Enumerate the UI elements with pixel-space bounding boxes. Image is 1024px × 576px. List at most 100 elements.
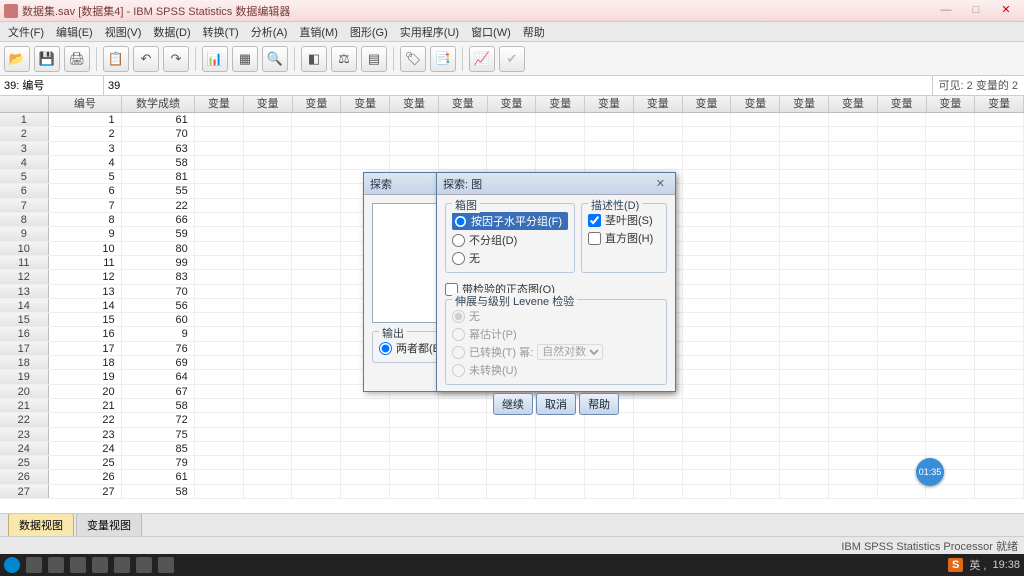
menu-file[interactable]: 文件(F) bbox=[2, 22, 50, 42]
cell-id[interactable]: 3 bbox=[49, 142, 122, 155]
cell-empty[interactable] bbox=[292, 213, 341, 226]
cell-id[interactable]: 21 bbox=[49, 399, 122, 412]
cell-empty[interactable] bbox=[244, 470, 293, 483]
cell-empty[interactable] bbox=[634, 428, 683, 441]
cell-empty[interactable] bbox=[926, 127, 975, 140]
cell-empty[interactable] bbox=[292, 485, 341, 498]
cell-empty[interactable] bbox=[780, 270, 829, 283]
cell-empty[interactable] bbox=[585, 142, 634, 155]
cell-id[interactable]: 18 bbox=[49, 356, 122, 369]
cell-empty[interactable] bbox=[829, 270, 878, 283]
table-row[interactable]: 242485 bbox=[0, 442, 1024, 456]
cell-empty[interactable] bbox=[292, 113, 341, 126]
cell-empty[interactable] bbox=[878, 142, 927, 155]
row-number[interactable]: 11 bbox=[0, 256, 49, 269]
cell-empty[interactable] bbox=[878, 256, 927, 269]
cell-empty[interactable] bbox=[292, 385, 341, 398]
cell-empty[interactable] bbox=[780, 170, 829, 183]
row-number[interactable]: 18 bbox=[0, 356, 49, 369]
cell-empty[interactable] bbox=[195, 313, 244, 326]
cell-empty[interactable] bbox=[975, 113, 1024, 126]
cell-empty[interactable] bbox=[683, 170, 732, 183]
cell-empty[interactable] bbox=[536, 113, 585, 126]
cell-empty[interactable] bbox=[195, 342, 244, 355]
cell-empty[interactable] bbox=[683, 299, 732, 312]
menu-utilities[interactable]: 实用程序(U) bbox=[394, 22, 465, 42]
cell-empty[interactable] bbox=[292, 470, 341, 483]
col-header[interactable]: 变量 bbox=[975, 96, 1024, 112]
cell-id[interactable]: 2 bbox=[49, 127, 122, 140]
col-header[interactable]: 变量 bbox=[683, 96, 732, 112]
tb-split-icon[interactable]: ◧ bbox=[301, 46, 327, 72]
cell-empty[interactable] bbox=[683, 470, 732, 483]
cell-empty[interactable] bbox=[244, 413, 293, 426]
cell-empty[interactable] bbox=[731, 256, 780, 269]
cell-empty[interactable] bbox=[195, 199, 244, 212]
row-number[interactable]: 26 bbox=[0, 470, 49, 483]
col-header[interactable]: 变量 bbox=[829, 96, 878, 112]
cell-empty[interactable] bbox=[244, 113, 293, 126]
cell-empty[interactable] bbox=[829, 127, 878, 140]
cell-empty[interactable] bbox=[195, 256, 244, 269]
boxplot-factor-radio[interactable]: 按因子水平分组(F) bbox=[452, 212, 568, 230]
cell-empty[interactable] bbox=[195, 242, 244, 255]
tb-recall-icon[interactable]: 📋 bbox=[103, 46, 129, 72]
cell-id[interactable]: 16 bbox=[49, 327, 122, 340]
cell-empty[interactable] bbox=[878, 156, 927, 169]
cell-empty[interactable] bbox=[731, 127, 780, 140]
table-row[interactable]: 4458 bbox=[0, 156, 1024, 170]
cell-empty[interactable] bbox=[731, 270, 780, 283]
row-number[interactable]: 15 bbox=[0, 313, 49, 326]
menu-graphs[interactable]: 图形(G) bbox=[344, 22, 394, 42]
cell-empty[interactable] bbox=[195, 156, 244, 169]
col-header[interactable]: 编号 bbox=[49, 96, 122, 112]
cell-empty[interactable] bbox=[536, 156, 585, 169]
table-row[interactable]: 3363 bbox=[0, 142, 1024, 156]
cell-empty[interactable] bbox=[926, 370, 975, 383]
cell-empty[interactable] bbox=[244, 256, 293, 269]
col-header[interactable]: 变量 bbox=[195, 96, 244, 112]
cell-empty[interactable] bbox=[244, 213, 293, 226]
cell-empty[interactable] bbox=[292, 342, 341, 355]
cell-empty[interactable] bbox=[244, 285, 293, 298]
row-number[interactable]: 5 bbox=[0, 170, 49, 183]
cell-empty[interactable] bbox=[683, 242, 732, 255]
cell-id[interactable]: 23 bbox=[49, 428, 122, 441]
cell-empty[interactable] bbox=[926, 113, 975, 126]
cell-empty[interactable] bbox=[292, 356, 341, 369]
cell-empty[interactable] bbox=[683, 127, 732, 140]
cell-empty[interactable] bbox=[683, 342, 732, 355]
cell-empty[interactable] bbox=[341, 456, 390, 469]
cell-empty[interactable] bbox=[244, 227, 293, 240]
cell-empty[interactable] bbox=[390, 456, 439, 469]
cell-empty[interactable] bbox=[878, 242, 927, 255]
cell-empty[interactable] bbox=[683, 370, 732, 383]
cell-score[interactable]: 76 bbox=[122, 342, 195, 355]
cell-empty[interactable] bbox=[926, 227, 975, 240]
cell-empty[interactable] bbox=[731, 242, 780, 255]
cell-empty[interactable] bbox=[439, 113, 488, 126]
cell-empty[interactable] bbox=[292, 285, 341, 298]
cell-empty[interactable] bbox=[829, 213, 878, 226]
cell-empty[interactable] bbox=[878, 485, 927, 498]
cell-id[interactable]: 27 bbox=[49, 485, 122, 498]
boxplot-off-radio[interactable]: 无 bbox=[452, 250, 568, 266]
cell-empty[interactable] bbox=[975, 170, 1024, 183]
cell-empty[interactable] bbox=[244, 342, 293, 355]
cell-empty[interactable] bbox=[975, 142, 1024, 155]
cell-empty[interactable] bbox=[878, 356, 927, 369]
table-row[interactable]: 252579 bbox=[0, 456, 1024, 470]
col-header[interactable]: 变量 bbox=[878, 96, 927, 112]
cell-empty[interactable] bbox=[829, 285, 878, 298]
cell-empty[interactable] bbox=[780, 342, 829, 355]
cell-id[interactable]: 9 bbox=[49, 227, 122, 240]
cell-empty[interactable] bbox=[780, 213, 829, 226]
cell-empty[interactable] bbox=[975, 470, 1024, 483]
table-row[interactable]: 2270 bbox=[0, 127, 1024, 141]
ime-lang[interactable]: 英 , bbox=[969, 557, 986, 573]
cell-empty[interactable] bbox=[780, 113, 829, 126]
cell-empty[interactable] bbox=[926, 399, 975, 412]
cell-score[interactable]: 70 bbox=[122, 127, 195, 140]
col-header[interactable]: 变量 bbox=[341, 96, 390, 112]
cell-empty[interactable] bbox=[780, 413, 829, 426]
